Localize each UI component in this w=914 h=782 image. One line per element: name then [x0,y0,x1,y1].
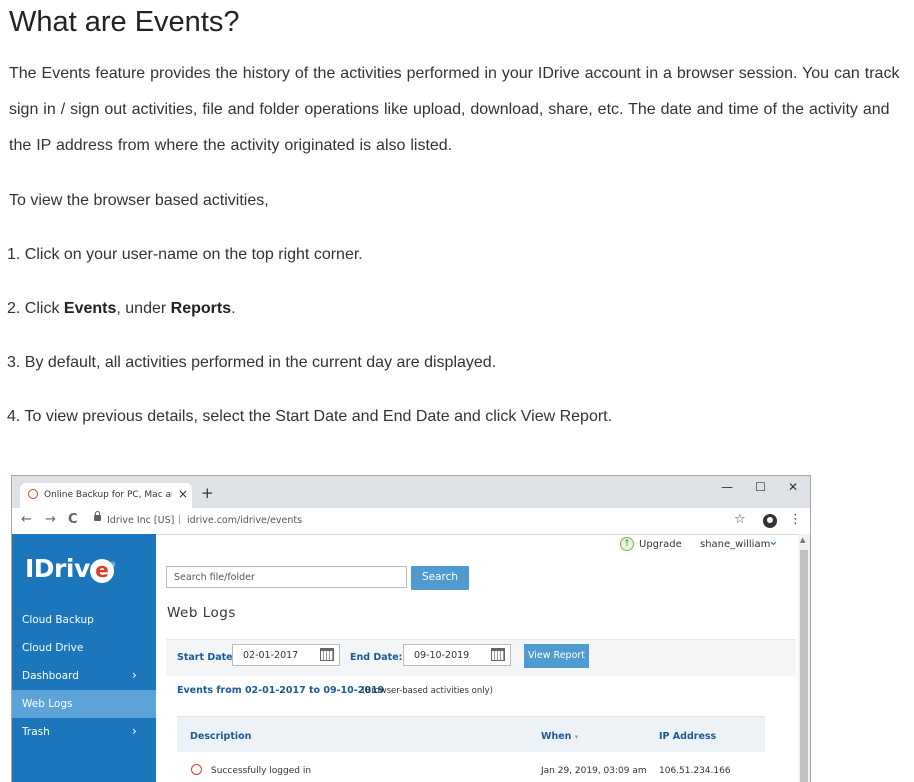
row-when: Jan 29, 2019, 03:09 am [541,766,647,776]
reload-icon[interactable]: C [68,512,78,527]
row-description: Successfully logged in [211,766,312,776]
column-when[interactable]: When ▾ [541,731,578,742]
new-tab-icon[interactable]: + [201,484,214,502]
upgrade-arrow-icon: ↑ [620,537,634,551]
view-report-button[interactable]: View Report [524,644,589,668]
table-header: Description When ▾ IP Address [177,716,765,753]
back-icon[interactable]: ← [21,512,32,527]
events-range: Events from 02-01-2017 to 09-10-2019 [177,685,385,696]
profile-icon[interactable] [763,514,777,528]
reports-term: Reports [170,300,232,317]
tab-bar: Online Backup for PC, Mac and iPhone × +… [12,476,810,508]
idrive-favicon-icon [28,489,38,499]
column-ip-address: IP Address [659,731,717,742]
chevron-right-icon: › [132,668,137,682]
scroll-up-icon[interactable]: ▲ [800,536,805,544]
search-input[interactable]: Search file/folder [166,566,407,588]
scroll-thumb[interactable] [800,550,808,782]
browser-tab[interactable]: Online Backup for PC, Mac and iPhone × [20,483,192,508]
sidebar-item-trash[interactable]: Trash › [12,718,156,746]
sidebar-item-cloud-drive[interactable]: Cloud Drive [12,634,156,662]
lead-paragraph: To view the browser based activities, [9,192,269,209]
page-title: What are Events? [9,6,240,38]
step-1: 1. Click on your user-name on the top ri… [7,246,363,263]
row-ip: 106.51.234.166 [659,766,731,776]
step-2: 2. Click Events, under Reports. [7,300,236,317]
step-3: 3. By default, all activities performed … [7,354,497,371]
user-name-menu[interactable]: shane_william [700,539,770,550]
search-button[interactable]: Search [411,566,469,590]
start-date-input[interactable]: 02-01-2017 [232,644,340,666]
section-title: Web Logs [167,605,236,621]
maximize-icon[interactable]: ☐ [755,480,766,494]
sidebar-item-web-logs[interactable]: Web Logs [12,690,156,718]
window-close-icon[interactable]: ✕ [788,480,798,494]
forward-icon[interactable]: → [45,512,56,527]
chevron-down-icon[interactable]: ⌄ [768,534,779,549]
sidebar-item-dashboard[interactable]: Dashboard › [12,662,156,690]
address-bar: ← → C Idrive Inc [US] | idrive.com/idriv… [12,508,810,535]
tab-close-icon[interactable]: × [178,487,188,501]
end-date-input[interactable]: 09-10-2019 [403,644,511,666]
tab-title: Online Backup for PC, Mac and iPhone [44,490,172,500]
sidebar-item-cloud-backup[interactable]: Cloud Backup [12,606,156,634]
events-table: Description When ▾ IP Address Successful… [177,716,765,782]
intro-paragraph: The Events feature provides the history … [9,65,900,154]
menu-kebab-icon[interactable]: ⋮ [789,512,802,527]
registered-mark: ® [109,561,116,569]
table-row: Successfully logged in Jan 29, 2019, 03:… [177,752,765,782]
calendar-icon[interactable] [491,648,505,661]
url-path: idrive.com/idrive/events [187,515,303,526]
url-separator: | [178,514,182,525]
end-date-label: End Date: [350,652,403,663]
url-site: Idrive Inc [US] [107,515,175,526]
events-term: Events [63,300,117,317]
upgrade-link[interactable]: Upgrade [639,539,682,550]
minimize-icon[interactable]: — [721,480,733,494]
lock-icon [94,511,101,521]
events-note: (Browser-based activities only) [362,686,493,696]
sort-caret-icon: ▾ [574,733,579,741]
bookmark-star-icon[interactable]: ☆ [734,512,746,527]
sidebar: IDriv e ® Cloud Backup Cloud Drive Dashbo… [12,534,156,782]
calendar-icon[interactable] [320,648,334,661]
browser-screenshot: Online Backup for PC, Mac and iPhone × +… [11,475,811,782]
scrollbar[interactable]: ▲ [798,534,810,782]
chevron-right-icon: › [132,724,137,738]
idrive-logo[interactable]: IDriv e [25,554,114,583]
login-icon [191,764,202,775]
url-field[interactable]: Idrive Inc [US] | idrive.com/idrive/even… [88,511,768,530]
column-description: Description [190,731,252,742]
step-4: 4. To view previous details, select the … [7,408,613,425]
start-date-label: Start Date: [177,652,237,663]
